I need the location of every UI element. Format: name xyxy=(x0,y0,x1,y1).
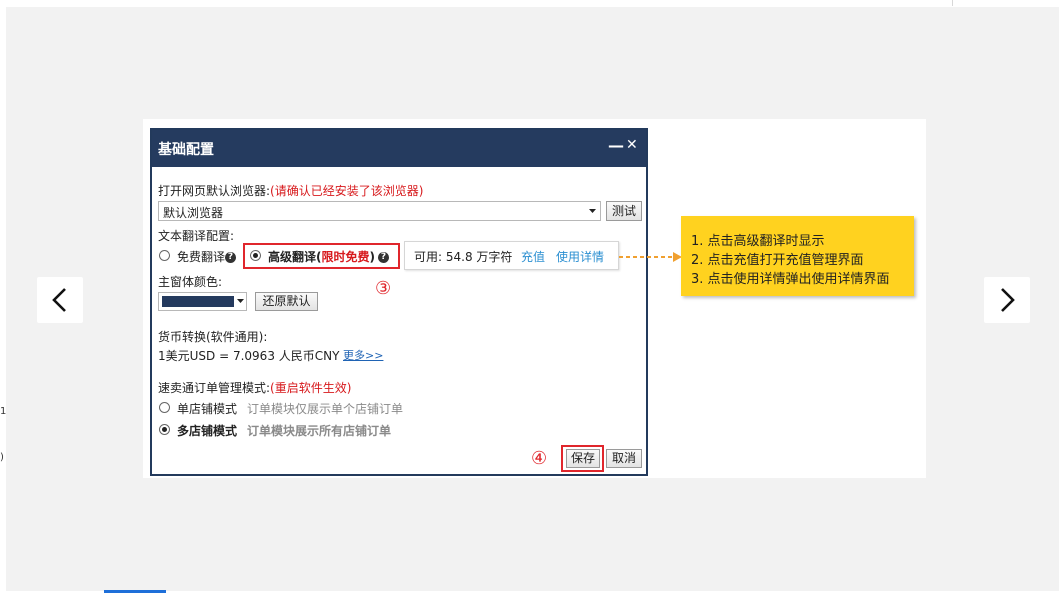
dialog-title-bar: 基础配置 — ✕ xyxy=(152,130,646,167)
prev-image-button[interactable] xyxy=(37,277,83,323)
multi-store-label: 多店铺模式 xyxy=(177,424,238,438)
more-rates-link[interactable]: 更多>> xyxy=(343,347,383,363)
currency-rate: 1美元USD = 7.0963 人民币CNY xyxy=(158,349,340,363)
next-image-button[interactable] xyxy=(984,277,1030,323)
chevron-left-icon xyxy=(52,288,66,312)
recharge-link[interactable]: 充值 xyxy=(521,248,545,265)
edge-text: ) xyxy=(0,452,4,463)
tip-line: 3. 点击使用详情弹出使用详情界面 xyxy=(691,272,890,287)
quota-available: 可用: 54.8 万字符 xyxy=(414,250,513,264)
theme-color-select[interactable] xyxy=(158,292,247,311)
single-store-radio[interactable] xyxy=(159,402,170,413)
browser-select[interactable]: 默认浏览器 xyxy=(158,201,601,221)
edge-text: 1 xyxy=(0,406,7,417)
step-3-marker: ③ xyxy=(375,278,392,299)
order-mode-label: 速卖通订单管理模式:(重启软件生效) xyxy=(158,381,352,395)
tip-line: 1. 点击高级翻译时显示 xyxy=(691,234,825,249)
step-4-marker: ④ xyxy=(531,448,548,469)
free-translate-label: 免费翻译? xyxy=(177,248,237,265)
currency-label: 货币转换(软件通用): xyxy=(158,330,268,344)
top-strip xyxy=(0,0,1063,7)
save-button[interactable]: 保存 xyxy=(566,449,600,468)
caret-down-icon xyxy=(237,299,244,303)
order-mode-note: (重启软件生效) xyxy=(270,381,352,395)
free-translate-radio[interactable] xyxy=(159,250,170,261)
cancel-button[interactable]: 取消 xyxy=(606,449,642,468)
annotation-arrow xyxy=(619,252,682,262)
question-circle-icon[interactable]: ? xyxy=(225,252,237,263)
chevron-right-icon xyxy=(1001,288,1015,312)
divider xyxy=(952,0,953,6)
limited-free-label: 限时免费 xyxy=(321,250,370,264)
theme-color-label: 主窗体颜色: xyxy=(158,275,223,289)
tip-line: 2. 点击充值打开充值管理界面 xyxy=(691,253,864,268)
caret-down-icon xyxy=(589,209,596,213)
annotation-tip-box: 1. 点击高级翻译时显示 2. 点击充值打开充值管理界面 3. 点击使用详情弹出… xyxy=(681,216,914,296)
browser-note: (请确认已经安装了该浏览器) xyxy=(270,184,424,198)
translate-label: 文本翻译配置: xyxy=(158,229,235,243)
minimize-icon[interactable]: — xyxy=(608,136,624,155)
reset-default-button[interactable]: 还原默认 xyxy=(255,292,318,311)
advanced-translate-label: 高级翻译(限时免费)? xyxy=(268,248,389,265)
close-icon[interactable]: ✕ xyxy=(626,137,638,153)
advanced-translate-radio[interactable] xyxy=(250,250,261,261)
multi-store-desc: 订单模块展示所有店铺订单 xyxy=(247,424,392,438)
single-store-label: 单店铺模式 xyxy=(177,402,238,416)
color-swatch xyxy=(162,296,234,307)
browser-label: 打开网页默认浏览器:(请确认已经安装了该浏览器) xyxy=(158,184,424,198)
single-store-desc: 订单模块仅展示单个店铺订单 xyxy=(247,402,404,416)
multi-store-radio[interactable] xyxy=(159,424,170,435)
test-button[interactable]: 测试 xyxy=(606,201,642,221)
usage-detail-link[interactable]: 使用详情 xyxy=(556,248,604,265)
browser-select-value: 默认浏览器 xyxy=(163,206,224,220)
dialog-title: 基础配置 xyxy=(158,141,214,158)
question-circle-icon[interactable]: ? xyxy=(378,252,389,263)
